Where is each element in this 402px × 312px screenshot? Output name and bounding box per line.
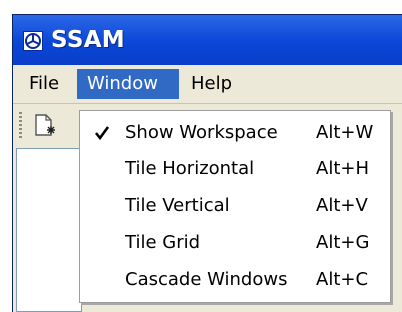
menu-file[interactable]: File — [19, 69, 77, 99]
menu-item-label: Tile Vertical — [125, 195, 230, 216]
window-menu-dropdown: Show Workspace Alt+W Tile Horizontal Alt… — [79, 110, 391, 303]
menu-item-shortcut: Alt+W — [316, 122, 374, 143]
menu-item-shortcut: Alt+G — [316, 232, 370, 253]
menu-help[interactable]: Help — [181, 69, 243, 99]
menu-bar: File Window Help — [13, 65, 402, 104]
menu-item-label: Tile Grid — [125, 232, 201, 253]
window-title: SSAM — [51, 27, 125, 53]
menu-item-tile-horizontal[interactable]: Tile Horizontal Alt+H — [80, 151, 390, 187]
app-logo-icon — [23, 31, 43, 51]
menu-item-shortcut: Alt+H — [316, 158, 369, 179]
menu-item-shortcut: Alt+C — [316, 269, 369, 290]
menu-item-tile-grid[interactable]: Tile Grid Alt+G — [80, 225, 390, 261]
menu-item-label: Cascade Windows — [125, 269, 288, 290]
menu-item-shortcut: Alt+V — [316, 195, 368, 216]
toolbar — [13, 104, 85, 148]
menu-item-show-workspace[interactable]: Show Workspace Alt+W — [80, 115, 390, 151]
toolbar-grip-handle[interactable] — [19, 112, 22, 138]
menu-item-label: Tile Horizontal — [125, 158, 255, 179]
menu-item-cascade-windows[interactable]: Cascade Windows Alt+C — [80, 262, 390, 298]
menu-window[interactable]: Window — [77, 69, 179, 99]
workspace-pane[interactable] — [16, 148, 82, 312]
menu-item-label: Show Workspace — [125, 122, 278, 143]
menu-item-tile-vertical[interactable]: Tile Vertical Alt+V — [80, 188, 390, 224]
title-bar[interactable]: SSAM — [13, 15, 402, 65]
new-document-icon[interactable] — [33, 113, 57, 139]
